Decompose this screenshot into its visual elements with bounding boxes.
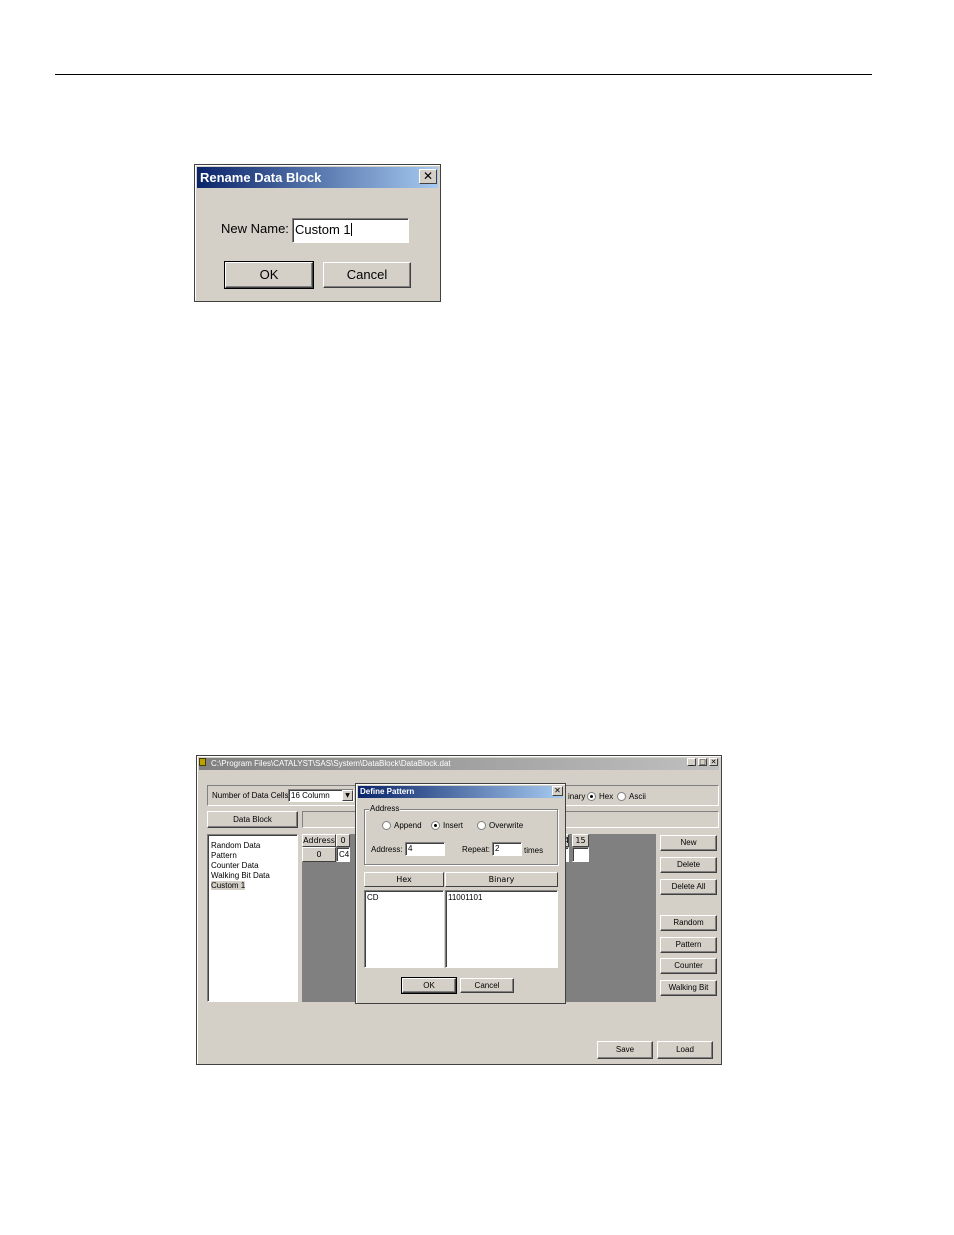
append-radio[interactable] [382,821,391,830]
display-binary-label: inary [568,792,586,801]
close-button[interactable]: ✕ [419,169,437,184]
define-pattern-dialog: Define Pattern ✕ Address Append Insert O… [355,783,566,1004]
new-button[interactable]: New [660,835,717,851]
pattern-button[interactable]: Pattern [660,937,717,953]
close-icon: ✕ [710,758,717,766]
walking-bit-button[interactable]: Walking Bit [660,980,717,996]
hex-textarea[interactable]: CD [364,890,444,968]
new-name-input[interactable]: Custom 1 [292,218,409,243]
append-label: Append [394,821,422,830]
address-column-header: Address [302,834,336,847]
list-item-counter[interactable]: Counter Data [211,861,294,871]
new-name-label: New Name: [221,221,289,236]
grid-cell-0-15[interactable] [572,847,589,862]
repeat-input[interactable]: 2 [492,842,522,856]
address-groupbox [364,809,558,865]
maximize-icon: □ [699,758,706,766]
address-group-label: Address [369,804,401,813]
cells-select[interactable]: 16 Column ▼ [288,789,354,802]
data-block-titlebar: C:\Program Files\CATALYST\SAS\System\Dat… [199,758,719,770]
maximize-button[interactable]: □ [698,758,707,766]
display-hex-radio[interactable] [587,792,596,801]
text-cursor [350,223,352,236]
list-item-walking-bit[interactable]: Walking Bit Data [211,871,294,881]
delete-button[interactable]: Delete [660,857,717,873]
page-rule [55,74,872,75]
random-button[interactable]: Random [660,915,717,931]
list-item-pattern[interactable]: Pattern [211,851,294,861]
load-button[interactable]: Load [657,1041,713,1059]
cancel-button[interactable]: Cancel [460,978,514,993]
list-item-custom-1-label: Custom 1 [211,881,246,890]
display-hex-label: Hex [599,792,614,801]
overwrite-radio[interactable] [477,821,486,830]
column-header-15: 15 [572,834,589,847]
column-header-0: 0 [336,834,350,847]
row-address-0: 0 [302,847,336,862]
new-name-value: Custom 1 [295,222,351,237]
times-label: times [524,846,544,855]
data-block-window-title: C:\Program Files\CATALYST\SAS\System\Dat… [211,759,451,768]
save-button[interactable]: Save [597,1041,653,1059]
list-item-random[interactable]: Random Data [211,841,294,851]
rename-data-block-dialog: Rename Data Block ✕ New Name: Custom 1 O… [194,164,441,302]
close-icon: ✕ [554,786,561,795]
list-item-custom-1[interactable]: Custom 1 [211,881,294,891]
grid-cell-0-0[interactable]: C4 [336,847,350,862]
data-block-tab[interactable]: Data Block [207,811,298,828]
define-pattern-titlebar: Define Pattern [358,786,563,798]
close-button[interactable]: ✕ [552,786,563,796]
repeat-label: Repeat: [462,845,491,854]
overwrite-label: Overwrite [489,821,524,830]
binary-textarea[interactable]: 11001101 [445,890,558,968]
hex-column-header: Hex [364,872,444,887]
minimize-button[interactable]: _ [687,758,696,766]
rename-dialog-titlebar: Rename Data Block [197,167,438,188]
address-label: Address: [371,845,403,854]
ok-button[interactable]: OK [401,977,457,994]
ok-button[interactable]: OK [224,261,314,289]
data-block-list[interactable]: Random Data Pattern Counter Data Walking… [207,834,298,1002]
cells-select-value: 16 Column [291,791,330,800]
define-pattern-title: Define Pattern [360,787,415,796]
chevron-down-icon[interactable]: ▼ [342,790,353,801]
close-icon: ✕ [422,169,434,183]
counter-button[interactable]: Counter [660,958,717,974]
minimize-icon: _ [689,758,694,766]
cells-label: Number of Data Cells: [212,791,291,800]
insert-radio[interactable] [431,821,440,830]
display-ascii-radio[interactable] [617,792,626,801]
insert-label: Insert [443,821,464,830]
binary-column-header: Binary [445,872,558,887]
display-ascii-label: Ascii [629,792,646,801]
delete-all-button[interactable]: Delete All [660,879,717,895]
window-close-button[interactable]: ✕ [709,758,718,766]
app-icon [199,758,206,766]
address-input[interactable]: 4 [405,842,445,856]
rename-dialog-title: Rename Data Block [200,170,322,185]
cancel-button[interactable]: Cancel [323,262,411,288]
